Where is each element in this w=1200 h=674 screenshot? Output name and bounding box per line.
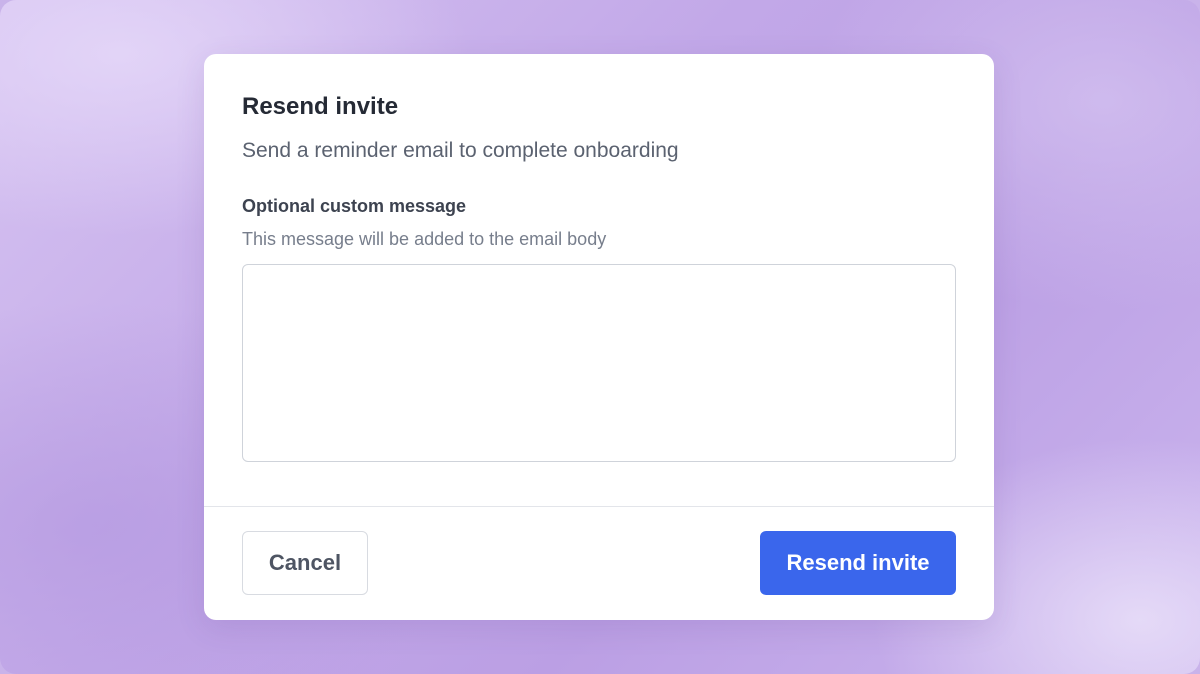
custom-message-label: Optional custom message bbox=[242, 196, 467, 216]
dialog-subtitle: Send a reminder email to complete onboar… bbox=[242, 139, 679, 162]
cancel-button[interactable]: Cancel bbox=[242, 531, 368, 595]
dialog-body: Resend invite Send a reminder email to c… bbox=[204, 54, 994, 507]
footer-divider bbox=[204, 506, 994, 507]
resend-invite-button[interactable]: Resend invite bbox=[760, 531, 956, 595]
resend-invite-dialog: Resend invite Send a reminder email to c… bbox=[204, 54, 994, 620]
custom-message-help: This message will be added to the email … bbox=[242, 229, 607, 249]
dialog-footer: Cancel Resend invite bbox=[242, 531, 956, 595]
custom-message-input[interactable] bbox=[242, 264, 956, 462]
dialog-title: Resend invite bbox=[242, 93, 399, 120]
